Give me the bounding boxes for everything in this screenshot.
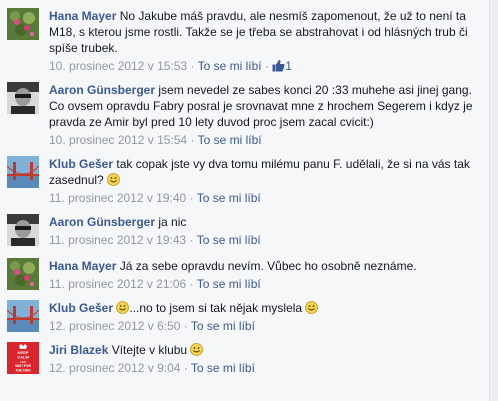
comment-timestamp[interactable]: 12. prosinec 2012 v 6:50 [49,319,180,333]
comment-author[interactable]: Aaron Günsberger [49,83,155,97]
avatar[interactable] [7,214,39,246]
separator: · [190,133,195,147]
comment-meta: 10. prosinec 2012 v 15:53 · To se mi líb… [49,58,482,74]
comment-timestamp[interactable]: 11. prosinec 2012 v 19:40 [49,191,186,205]
comment-text: Vítejte v klubu [111,343,188,357]
comment-meta: 12. prosinec 2012 v 9:04 · To se mi líbí [49,360,482,376]
comment-author[interactable]: Klub Gešer [49,301,113,315]
man-bw-avatar-icon [7,82,39,114]
separator: · [189,277,194,291]
smiley-icon [107,173,120,186]
thumbs-up-icon [272,60,285,72]
like-count: 1 [285,59,292,73]
comment-meta: 11. prosinec 2012 v 19:40 · To se mi líb… [49,190,482,206]
comment-timestamp[interactable]: 10. prosinec 2012 v 15:53 [49,59,187,73]
avatar[interactable] [7,156,39,188]
like-count-link[interactable]: 1 [272,59,292,73]
flowers-avatar-icon [7,8,39,40]
comment-author[interactable]: Hana Mayer [49,9,116,23]
man-bw-avatar-icon [7,214,39,246]
smiley-icon [116,301,130,314]
like-link[interactable]: To se mi líbí [197,191,261,205]
like-link[interactable]: To se mi líbí [198,59,262,73]
bridge-avatar-icon [7,300,39,332]
smiley-icon [190,343,204,356]
flowers-avatar-icon [7,258,39,290]
comment-item: Aaron Günsberger jsem nevedel ze sabes k… [0,76,490,151]
separator: · [183,319,188,333]
comment-meta: 12. prosinec 2012 v 6:50 · To se mi líbí [49,318,482,334]
comment-meta: 11. prosinec 2012 v 21:06 · To se mi líb… [49,276,482,292]
avatar[interactable] [7,8,39,40]
comment-author[interactable]: Aaron Günsberger [49,215,155,229]
comment-timestamp[interactable]: 10. prosinec 2012 v 15:54 [49,133,187,147]
separator: · [190,59,195,73]
comment-item: Aaron Günsberger ja nic 11. prosinec 201… [0,206,490,253]
svg-text:WAIT FOR: WAIT FOR [15,364,31,368]
like-link[interactable]: To se mi líbí [197,233,261,247]
comment-meta: 11. prosinec 2012 v 19:43 · To se mi líb… [49,232,482,248]
comment-item: Hana Mayer Já za sebe opravdu nevím. Vůb… [0,252,490,297]
comment-text: ja nic [158,215,187,229]
comment-timestamp[interactable]: 11. prosinec 2012 v 21:06 [49,277,186,291]
comment-author[interactable]: Hana Mayer [49,259,116,273]
comment-timestamp[interactable]: 11. prosinec 2012 v 19:43 [49,233,186,247]
comment-item: KEEP CALM AND WAIT FOR THE KING Jiri Bla… [0,338,490,382]
comment-item: Klub Gešer tak copak jste vy dva tomu mi… [0,150,490,207]
comment-text: ...no to jsem si tak nějak myslela [129,301,303,315]
separator: · [189,233,194,247]
like-link[interactable]: To se mi líbí [198,133,262,147]
comment-text: Já za sebe opravdu nevím. Vůbec ho osobn… [119,259,417,273]
keep-calm-avatar-icon: KEEP CALM AND WAIT FOR THE KING [7,342,39,374]
comment-meta: 10. prosinec 2012 v 15:54 · To se mi líb… [49,132,482,148]
comment-author[interactable]: Jiri Blazek [49,343,108,357]
avatar[interactable] [7,82,39,114]
like-link[interactable]: To se mi líbí [197,277,261,291]
bridge-avatar-icon [7,156,39,188]
svg-text:CALM: CALM [17,355,29,360]
avatar[interactable]: KEEP CALM AND WAIT FOR THE KING [7,342,39,374]
avatar[interactable] [7,300,39,332]
scrollbar[interactable] [489,0,498,401]
comment-item: Klub Gešer ...no to jsem si tak nějak my… [0,296,490,339]
comment-timestamp[interactable]: 12. prosinec 2012 v 9:04 [49,361,180,375]
separator: · [189,191,194,205]
comment-author[interactable]: Klub Gešer [49,157,113,171]
comment-item: Hana Mayer No Jakube máš pravdu, ale nes… [0,0,490,77]
like-link[interactable]: To se mi líbí [191,319,255,333]
comment-thread: Hana Mayer No Jakube máš pravdu, ale nes… [0,0,498,401]
like-link[interactable]: To se mi líbí [191,361,255,375]
avatar[interactable] [7,258,39,290]
svg-text:THE KING: THE KING [15,369,31,373]
separator: · [183,361,188,375]
separator: · [264,59,269,73]
smiley-icon [305,301,319,314]
